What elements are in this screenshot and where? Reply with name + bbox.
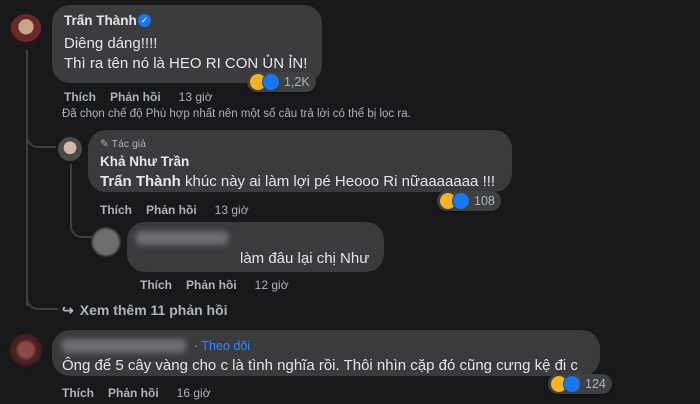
reaction-count: 1,2K xyxy=(284,75,310,89)
reply-button[interactable]: Phản hồi xyxy=(108,386,159,400)
reply-button[interactable]: Phản hồi xyxy=(186,278,237,292)
reply-button[interactable]: Phản hồi xyxy=(146,203,197,217)
mention-link[interactable]: Trấn Thành xyxy=(100,173,181,190)
timestamp[interactable]: 13 giờ xyxy=(215,203,249,217)
thread-line-curve-more xyxy=(26,290,58,310)
reaction-summary[interactable]: 1,2K xyxy=(247,72,316,92)
comment-text: Ông để 5 cây vàng cho c là tình nghĩa rồ… xyxy=(62,357,578,374)
reply-actions: Thích Phản hồi 12 giờ xyxy=(140,278,289,292)
like-emoji-icon xyxy=(563,375,581,393)
reply-author[interactable]: Khả Như Trần xyxy=(100,154,189,169)
like-button[interactable]: Thích xyxy=(64,90,96,104)
blurred-author-name[interactable] xyxy=(136,231,228,245)
reaction-summary[interactable]: 124 xyxy=(548,374,612,394)
like-button[interactable]: Thích xyxy=(140,278,172,292)
timestamp[interactable]: 13 giờ xyxy=(179,90,213,104)
reply-text-body: khúc này ai làm lợi pé Heooo Ri nữaaaaaa… xyxy=(180,173,496,190)
thread-line-main xyxy=(26,50,28,306)
reply-actions: Thích Phản hồi 13 giờ xyxy=(100,203,249,217)
like-emoji-icon xyxy=(452,192,470,210)
avatar[interactable] xyxy=(10,334,42,366)
comment-line-1: Diêng dáng!!!! xyxy=(64,35,158,52)
comment-actions: Thích Phản hồi 13 giờ xyxy=(64,90,213,104)
reply-arrow-icon: ↪ xyxy=(62,302,74,318)
timestamp[interactable]: 12 giờ xyxy=(255,278,289,292)
timestamp[interactable]: 16 giờ xyxy=(177,386,211,400)
avatar[interactable] xyxy=(10,14,42,46)
thread-line-curve-r1 xyxy=(26,124,56,148)
follow-link[interactable]: · Theo dõi xyxy=(194,339,250,353)
reaction-count: 124 xyxy=(585,377,606,391)
avatar[interactable] xyxy=(92,228,120,256)
blurred-author-name[interactable] xyxy=(62,339,186,353)
filter-note: Đã chọn chế độ Phù hợp nhất nên một số c… xyxy=(62,108,411,120)
comment-author[interactable]: Trấn Thành xyxy=(64,13,137,28)
reply-text: Trấn Thành khúc này ai làm lợi pé Heooo … xyxy=(100,172,495,191)
reaction-summary[interactable]: 108 xyxy=(437,191,501,211)
author-badge: ✎ Tác giả xyxy=(100,138,146,150)
comment-actions: Thích Phản hồi 16 giờ xyxy=(62,386,211,400)
comment-line-2: Thì ra tên nó là HEO RI CON ỦN ỈN! xyxy=(64,55,308,72)
verified-badge-icon: ✓ xyxy=(138,14,151,27)
thread-line-curve-r2 xyxy=(70,214,92,238)
view-more-replies[interactable]: ↪ Xem thêm 11 phản hồi xyxy=(62,302,228,319)
like-button[interactable]: Thích xyxy=(62,386,94,400)
like-emoji-icon xyxy=(262,73,280,91)
author-badge-icon: ✎ xyxy=(100,138,109,150)
reaction-count: 108 xyxy=(474,194,495,208)
avatar[interactable] xyxy=(58,137,82,161)
reply-text: làm đâu lại chị Như xyxy=(240,250,370,267)
like-button[interactable]: Thích xyxy=(100,203,132,217)
reply-button[interactable]: Phản hồi xyxy=(110,90,161,104)
